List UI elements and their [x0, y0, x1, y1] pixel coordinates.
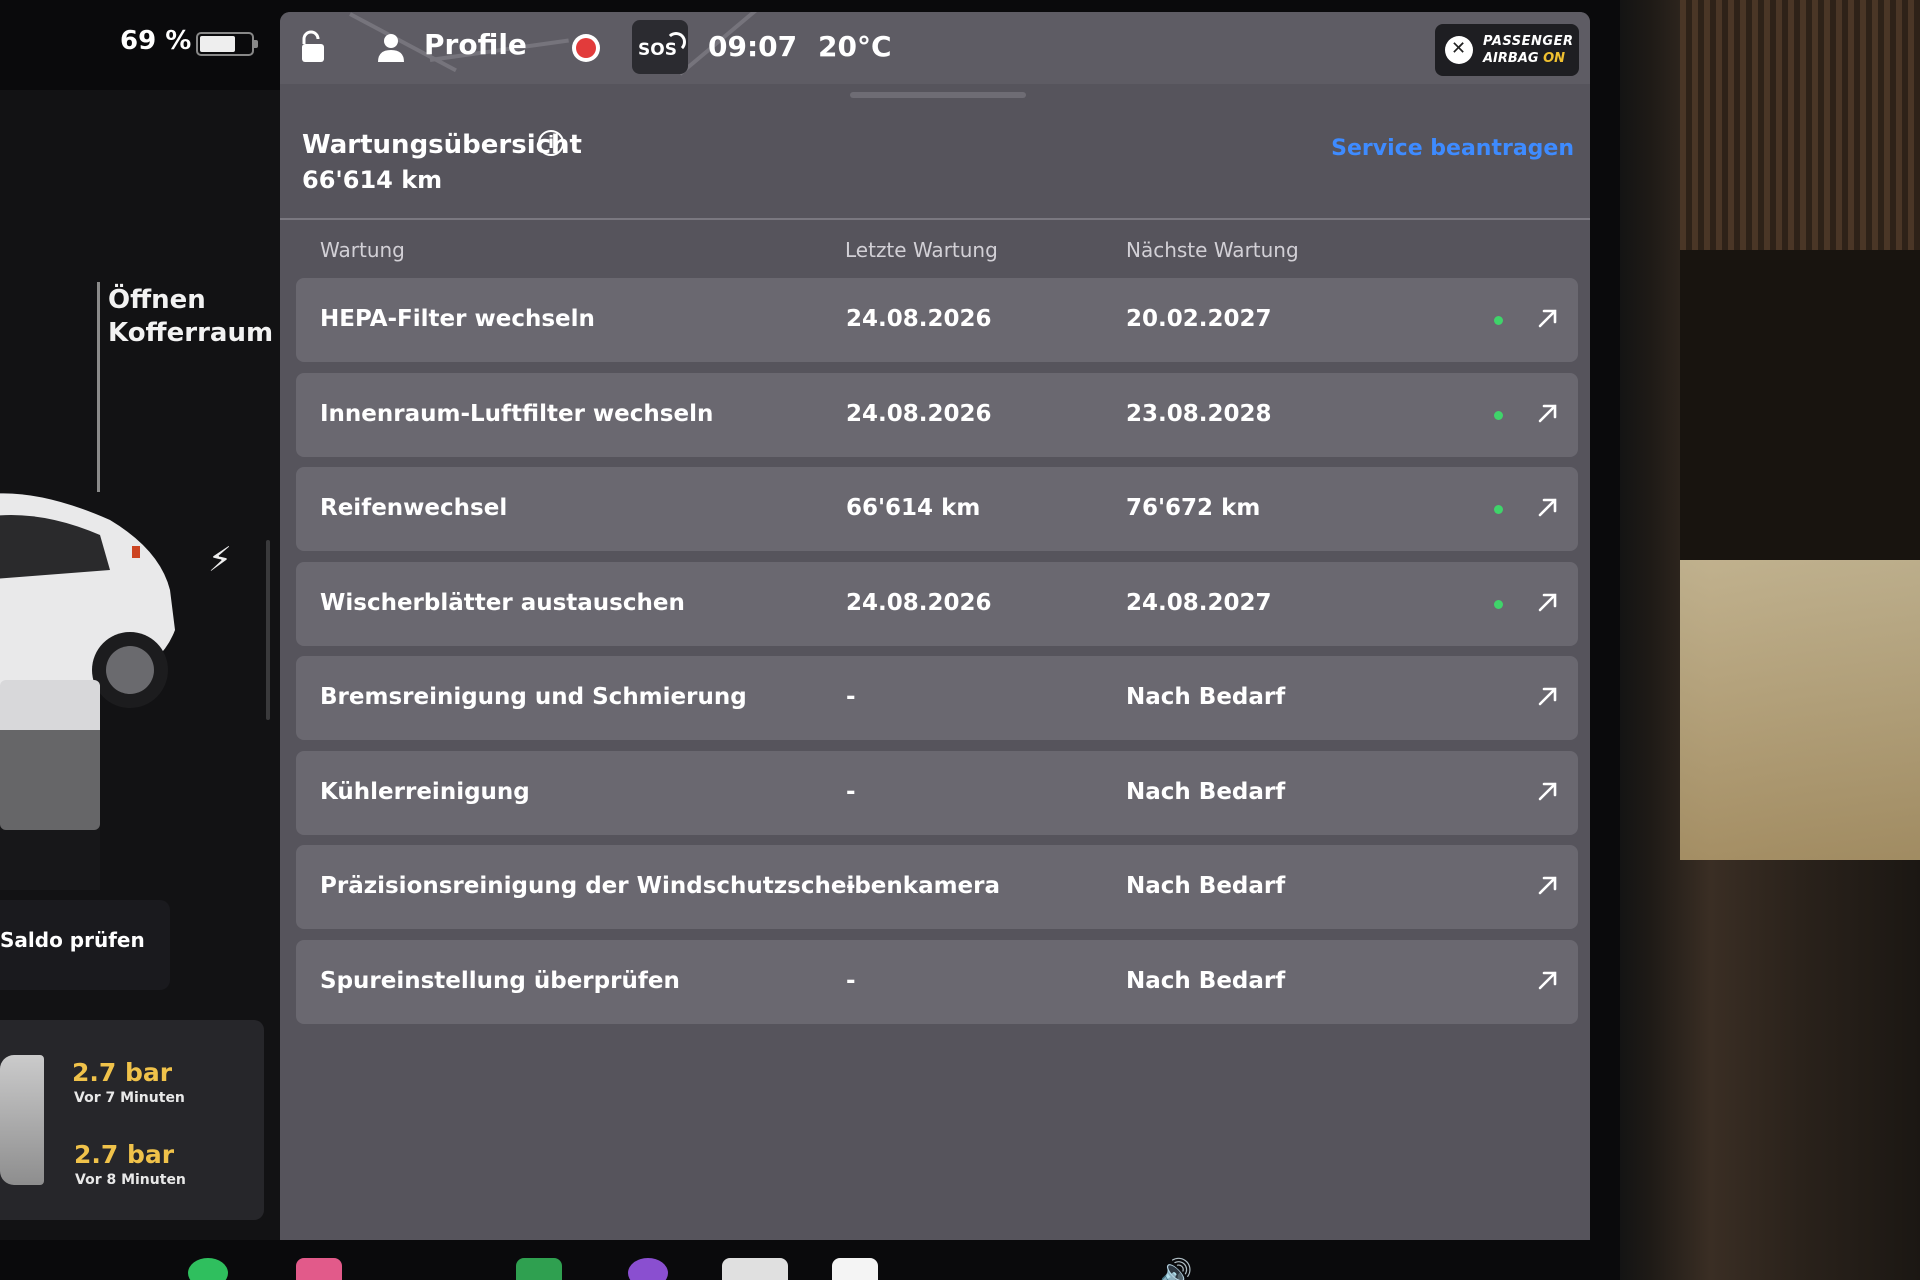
status-ok-dot — [1494, 316, 1503, 325]
tire-pressure-time: Vor 7 Minuten — [74, 1090, 185, 1106]
panel-scrollbar[interactable] — [266, 540, 270, 720]
tire-pressure-value: 2.7 bar — [74, 1140, 175, 1169]
profile-button[interactable]: Profile — [424, 28, 527, 61]
trunk-label-line1: Öffnen — [108, 285, 206, 315]
last-service: - — [846, 684, 856, 710]
open-external-icon[interactable] — [1534, 871, 1562, 899]
sos-button[interactable]: SOS — [632, 20, 688, 74]
toybox-app-icon[interactable] — [722, 1258, 788, 1280]
last-service: - — [846, 778, 856, 805]
info-icon[interactable]: i — [538, 130, 564, 156]
maintenance-task: Präzisionsreinigung der Windschutzscheib… — [320, 873, 1001, 899]
column-header-task: Wartung — [320, 238, 405, 262]
maintenance-row[interactable]: Spureinstellung überprüfen - Nach Bedarf — [296, 939, 1578, 1024]
maintenance-task: Spureinstellung überprüfen — [320, 967, 680, 994]
open-external-icon[interactable] — [1534, 493, 1562, 521]
odometer-value: 66'614 km — [302, 166, 443, 194]
tire-car-icon — [0, 1055, 44, 1185]
screen-bezel — [1620, 0, 1920, 1280]
next-service: Nach Bedarf — [1126, 684, 1286, 710]
trunk-pointer-line — [97, 282, 100, 492]
sos-phone-icon — [666, 32, 686, 52]
phone-app-icon[interactable] — [188, 1258, 228, 1280]
airbag-off-icon — [1445, 36, 1473, 64]
last-service: 24.08.2026 — [846, 306, 992, 332]
airbag-state: ON — [1543, 51, 1566, 66]
maintenance-task: Wischerblätter austauschen — [320, 589, 685, 616]
bolt-icon[interactable]: ⚡ — [208, 540, 232, 580]
maintenance-task: Innenraum-Luftfilter wechseln — [320, 400, 714, 427]
maintenance-row[interactable]: Kühlerreinigung - Nach Bedarf — [296, 750, 1578, 835]
status-ok-dot — [1494, 505, 1503, 514]
open-external-icon[interactable] — [1534, 399, 1562, 427]
status-left: 69 % — [0, 0, 280, 90]
last-service: 24.08.2026 — [846, 589, 992, 616]
column-header-next: Nächste Wartung — [1126, 238, 1299, 262]
outside-temperature: 20°C — [818, 30, 892, 63]
maintenance-row[interactable]: Reifenwechsel 66'614 km 76'672 km — [296, 467, 1578, 551]
next-service: 24.08.2027 — [1126, 589, 1272, 616]
open-external-icon[interactable] — [1534, 304, 1562, 332]
calendar-app-icon[interactable] — [296, 1258, 342, 1280]
volume-icon[interactable]: 🔊 — [1160, 1258, 1206, 1280]
lock-icon[interactable] — [298, 30, 328, 64]
background-light — [1680, 560, 1920, 860]
status-ok-dot — [1494, 410, 1503, 420]
trunk-label-line2: Kofferraum — [108, 318, 274, 348]
next-service: 76'672 km — [1126, 495, 1261, 521]
next-service: Nach Bedarf — [1126, 778, 1286, 805]
car-image — [0, 493, 175, 890]
background-wood — [1680, 0, 1920, 250]
open-external-icon[interactable] — [1534, 588, 1562, 616]
podcast-app-icon[interactable] — [628, 1258, 668, 1280]
maintenance-row[interactable]: Präzisionsreinigung der Windschutzscheib… — [296, 845, 1578, 929]
maintenance-row[interactable]: Wischerblätter austauschen 24.08.2026 24.0… — [296, 561, 1578, 646]
last-service: - — [846, 967, 856, 994]
check-balance-link[interactable]: Saldo prüfen — [0, 928, 145, 952]
clock: 09:07 — [708, 30, 798, 63]
airbag-line2: AIRBAG ON — [1483, 51, 1566, 66]
request-service-link[interactable]: Service beantragen — [1331, 136, 1574, 161]
battery-percent: 69 % — [120, 26, 192, 56]
last-service: 66'614 km — [846, 495, 981, 521]
maintenance-row[interactable]: HEPA-Filter wechseln 24.08.2026 20.02.2027 — [296, 278, 1578, 362]
maintenance-task: Reifenwechsel — [320, 495, 508, 521]
next-service: Nach Bedarf — [1126, 967, 1286, 994]
maintenance-row[interactable]: Bremsreinigung und Schmierung - Nach Bedar… — [296, 656, 1578, 740]
next-service: 23.08.2028 — [1126, 400, 1272, 427]
passenger-airbag-indicator: PASSENGER AIRBAG ON — [1435, 24, 1579, 76]
open-trunk-button[interactable]: Öffnen Kofferraum — [108, 284, 273, 350]
tire-pressure-time: Vor 8 Minuten — [75, 1172, 186, 1188]
status-ok-dot — [1494, 599, 1503, 609]
profile-icon[interactable] — [376, 32, 406, 62]
notes-app-icon[interactable] — [832, 1258, 878, 1280]
last-service: - — [846, 873, 856, 899]
top-status-bar: Profile SOS 09:07 20°C PASSENGER AIRBAG … — [280, 12, 1590, 84]
background-band — [1680, 250, 1920, 560]
last-service: 24.08.2026 — [846, 400, 992, 427]
open-external-icon[interactable] — [1534, 966, 1562, 994]
battery-icon — [196, 32, 258, 56]
airbag-line1: PASSENGER — [1483, 34, 1574, 49]
messages-app-icon[interactable] — [516, 1258, 562, 1280]
battery-fill — [200, 36, 235, 52]
touchscreen: 69 % Öffnen Kofferraum ⚡ Saldo prüfen 2.… — [0, 0, 1620, 1280]
app-dock: 🔊 — [0, 1240, 1620, 1280]
maintenance-task: HEPA-Filter wechseln — [320, 306, 595, 332]
maintenance-row[interactable]: Innenraum-Luftfilter wechseln 24.08.2026 2… — [296, 372, 1578, 457]
next-service: 20.02.2027 — [1126, 306, 1272, 332]
record-icon[interactable] — [572, 34, 600, 62]
next-service: Nach Bedarf — [1126, 873, 1286, 899]
open-external-icon[interactable] — [1534, 777, 1562, 805]
maintenance-task: Kühlerreinigung — [320, 778, 530, 805]
maintenance-task: Bremsreinigung und Schmierung — [320, 684, 747, 710]
tire-pressure-value: 2.7 bar — [72, 1058, 173, 1087]
divider — [280, 218, 1590, 220]
open-external-icon[interactable] — [1534, 682, 1562, 710]
drag-handle[interactable] — [850, 92, 1026, 98]
column-header-last: Letzte Wartung — [845, 238, 998, 262]
maintenance-panel: Profile SOS 09:07 20°C PASSENGER AIRBAG … — [280, 12, 1590, 1240]
